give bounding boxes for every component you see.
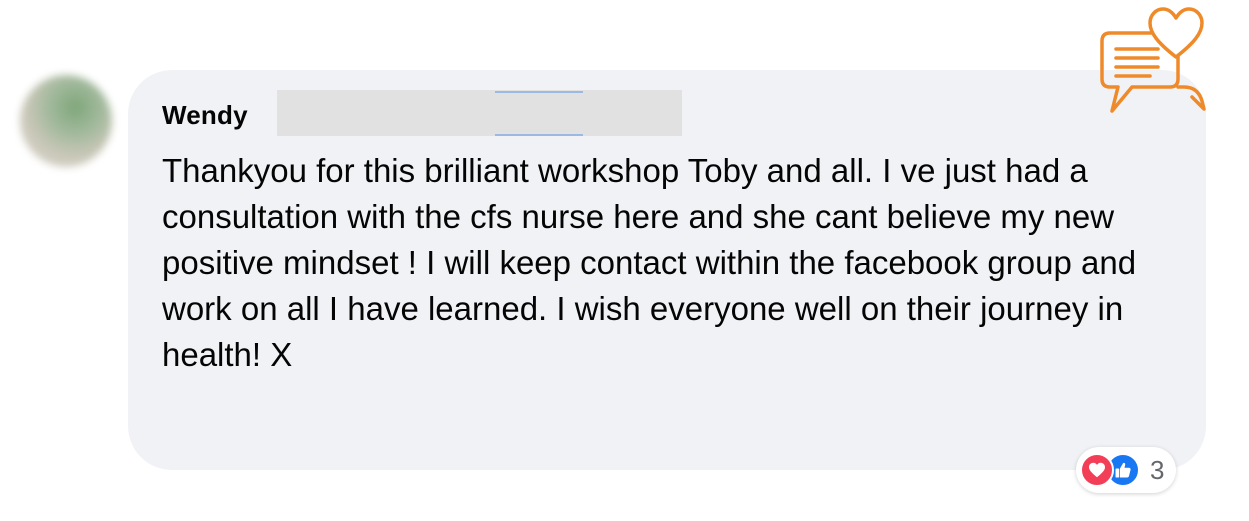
reactions-summary[interactable]: 3 (1076, 447, 1177, 493)
comment-text: Thankyou for this brilliant workshop Tob… (162, 152, 1137, 373)
redacted-surname (277, 90, 682, 136)
author-name[interactable]: Wendy (162, 100, 248, 131)
heart-icon (1080, 453, 1114, 487)
redaction-artifact-bottom (495, 134, 583, 136)
author-row: Wendy (162, 95, 248, 135)
avatar[interactable] (20, 75, 112, 167)
redaction-artifact-top (495, 91, 583, 93)
reaction-count: 3 (1150, 454, 1165, 485)
chat-heart-icon (1100, 7, 1206, 113)
